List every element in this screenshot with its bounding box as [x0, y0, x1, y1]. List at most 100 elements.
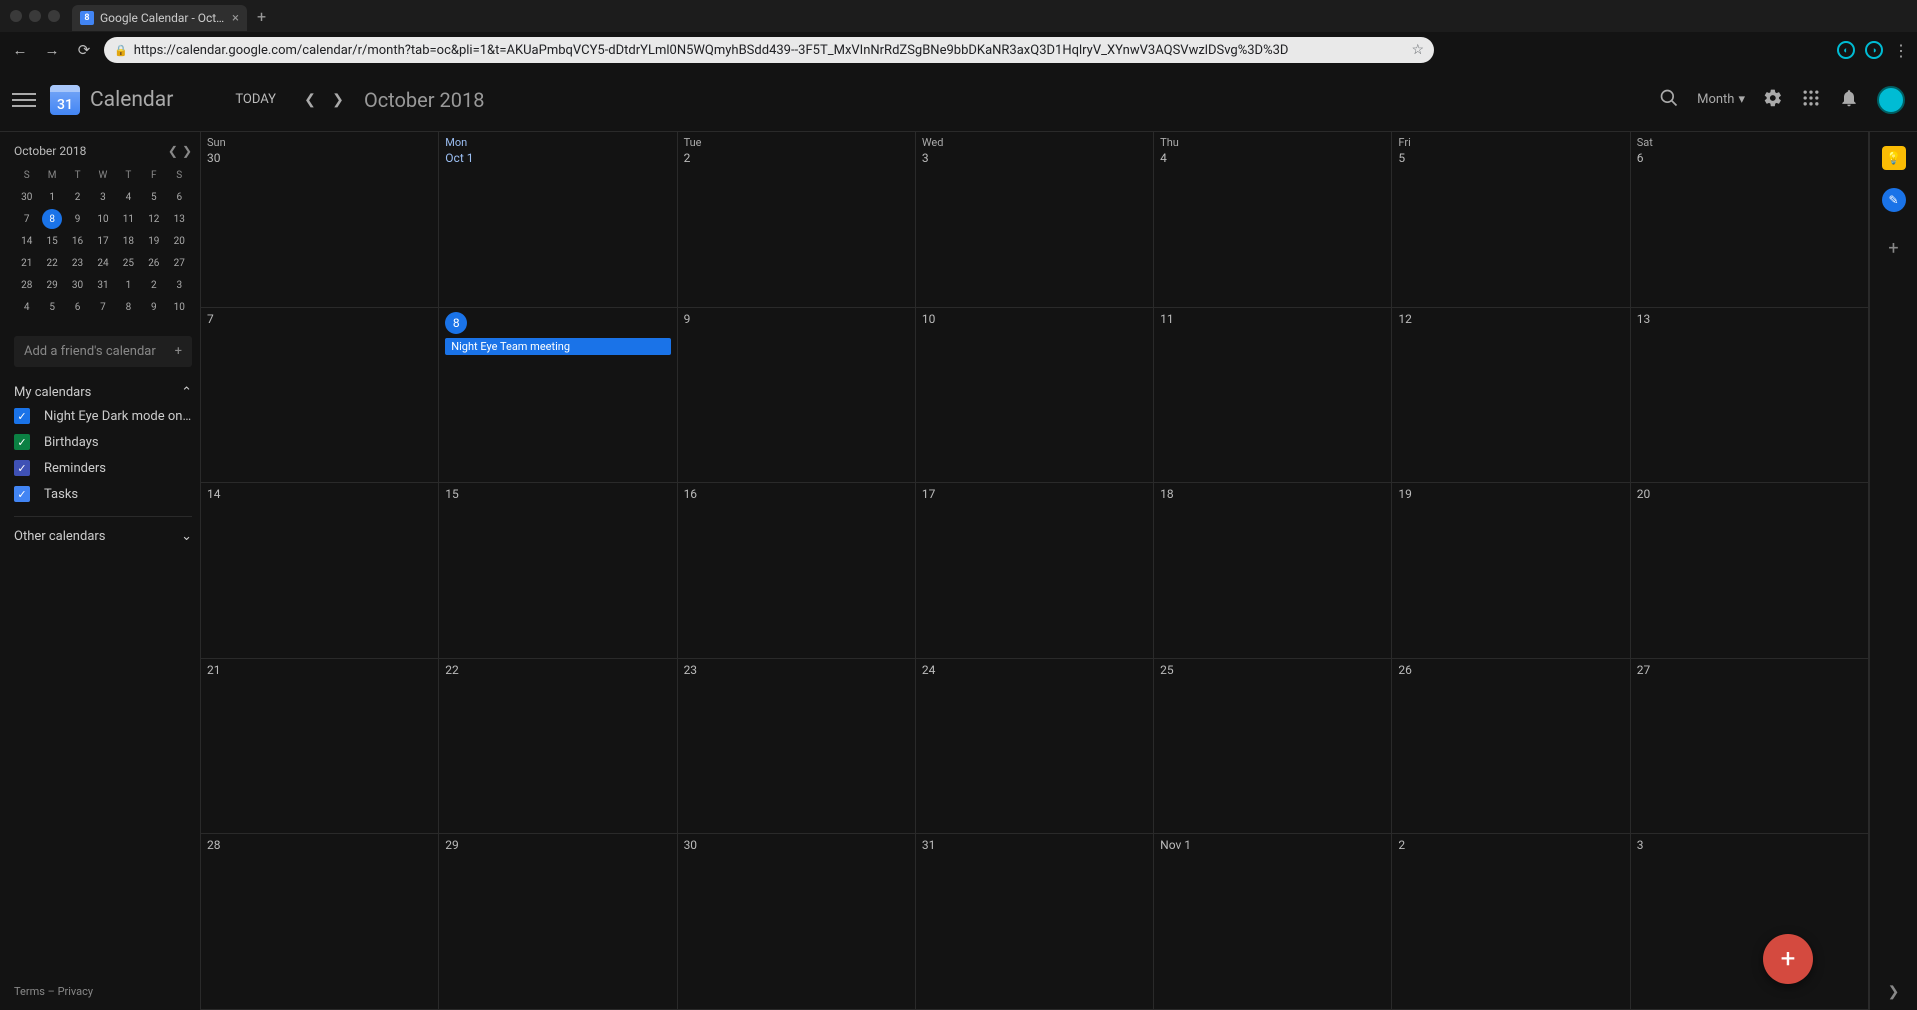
- add-friend-calendar-input[interactable]: Add a friend's calendar +: [14, 336, 192, 367]
- day-cell[interactable]: MonOct 1: [439, 132, 677, 308]
- day-cell[interactable]: 3: [1631, 834, 1869, 1010]
- prev-period-button[interactable]: ❮: [296, 86, 324, 114]
- notifications-button[interactable]: [1839, 88, 1859, 112]
- day-cell[interactable]: 17: [916, 483, 1154, 659]
- mini-day[interactable]: 18: [116, 230, 141, 252]
- day-cell[interactable]: Thu4: [1154, 132, 1392, 308]
- mini-prev-button[interactable]: ❮: [168, 144, 178, 158]
- mini-day[interactable]: 2: [141, 274, 166, 296]
- mini-day[interactable]: 11: [116, 208, 141, 230]
- day-cell[interactable]: 8Night Eye Team meeting: [439, 308, 677, 484]
- mini-day[interactable]: 27: [167, 252, 192, 274]
- forward-button[interactable]: →: [40, 38, 64, 62]
- browser-menu-button[interactable]: ⋮: [1893, 41, 1909, 60]
- bookmark-star-icon[interactable]: ☆: [1411, 42, 1424, 58]
- view-selector[interactable]: Month ▾: [1697, 92, 1745, 107]
- day-cell[interactable]: Wed3: [916, 132, 1154, 308]
- calendar-event[interactable]: Night Eye Team meeting: [445, 338, 670, 355]
- mini-day[interactable]: 1: [39, 186, 64, 208]
- tasks-icon[interactable]: ✎: [1882, 188, 1906, 212]
- mini-day[interactable]: 20: [167, 230, 192, 252]
- back-button[interactable]: ←: [8, 38, 32, 62]
- mini-day[interactable]: 7: [90, 296, 115, 318]
- mini-calendar[interactable]: SMTWTFS301234567891011121314151617181920…: [14, 164, 192, 318]
- mini-day[interactable]: 7: [14, 208, 39, 230]
- day-cell[interactable]: 15: [439, 483, 677, 659]
- mini-day[interactable]: 3: [90, 186, 115, 208]
- apps-button[interactable]: [1801, 88, 1821, 112]
- day-cell[interactable]: 12: [1392, 308, 1630, 484]
- mini-day[interactable]: 2: [65, 186, 90, 208]
- day-cell[interactable]: 14: [201, 483, 439, 659]
- day-cell[interactable]: Sat6: [1631, 132, 1869, 308]
- mini-day[interactable]: 25: [116, 252, 141, 274]
- day-cell[interactable]: 16: [678, 483, 916, 659]
- mini-day[interactable]: 30: [14, 186, 39, 208]
- address-bar[interactable]: 🔒 https://calendar.google.com/calendar/r…: [104, 37, 1434, 63]
- mini-day[interactable]: 9: [141, 296, 166, 318]
- day-cell[interactable]: 2: [1392, 834, 1630, 1010]
- create-event-button[interactable]: +: [1763, 934, 1813, 984]
- account-avatar[interactable]: [1877, 86, 1905, 114]
- day-cell[interactable]: 24: [916, 659, 1154, 835]
- mini-next-button[interactable]: ❯: [182, 144, 192, 158]
- next-period-button[interactable]: ❯: [324, 86, 352, 114]
- mini-day[interactable]: 21: [14, 252, 39, 274]
- extension-icon[interactable]: ◐: [1837, 41, 1855, 59]
- calendar-item[interactable]: ✓Birthdays: [14, 434, 192, 450]
- mini-day[interactable]: 30: [65, 274, 90, 296]
- day-cell[interactable]: 7: [201, 308, 439, 484]
- day-cell[interactable]: 26: [1392, 659, 1630, 835]
- mini-day[interactable]: 4: [14, 296, 39, 318]
- calendar-item[interactable]: ✓Night Eye Dark mode on an...: [14, 408, 192, 424]
- day-cell[interactable]: 29: [439, 834, 677, 1010]
- mini-day[interactable]: 13: [167, 208, 192, 230]
- day-cell[interactable]: 25: [1154, 659, 1392, 835]
- day-cell[interactable]: 30: [678, 834, 916, 1010]
- mini-day[interactable]: 17: [90, 230, 115, 252]
- day-cell[interactable]: Nov 1: [1154, 834, 1392, 1010]
- menu-button[interactable]: [12, 88, 36, 112]
- today-button[interactable]: TODAY: [223, 86, 288, 113]
- day-cell[interactable]: 22: [439, 659, 677, 835]
- window-controls[interactable]: [10, 10, 60, 22]
- day-cell[interactable]: 21: [201, 659, 439, 835]
- mini-day[interactable]: 16: [65, 230, 90, 252]
- day-cell[interactable]: Fri5: [1392, 132, 1630, 308]
- day-cell[interactable]: 23: [678, 659, 916, 835]
- day-cell[interactable]: 13: [1631, 308, 1869, 484]
- day-cell[interactable]: Sun30: [201, 132, 439, 308]
- day-cell[interactable]: 28: [201, 834, 439, 1010]
- day-cell[interactable]: 19: [1392, 483, 1630, 659]
- checkbox-icon[interactable]: ✓: [14, 460, 30, 476]
- mini-day[interactable]: 4: [116, 186, 141, 208]
- day-cell[interactable]: 9: [678, 308, 916, 484]
- close-window-icon[interactable]: [10, 10, 22, 22]
- mini-day[interactable]: 28: [14, 274, 39, 296]
- extension-icon[interactable]: ◑: [1865, 41, 1883, 59]
- mini-day[interactable]: 8: [116, 296, 141, 318]
- mini-day[interactable]: 9: [65, 208, 90, 230]
- mini-day[interactable]: 8: [39, 208, 64, 230]
- settings-button[interactable]: [1763, 88, 1783, 112]
- browser-tab[interactable]: 8 Google Calendar - October 20 ×: [72, 5, 247, 31]
- checkbox-icon[interactable]: ✓: [14, 486, 30, 502]
- sidebar-footer[interactable]: Terms – Privacy: [14, 985, 192, 998]
- checkbox-icon[interactable]: ✓: [14, 434, 30, 450]
- search-button[interactable]: [1659, 88, 1679, 112]
- mini-day[interactable]: 19: [141, 230, 166, 252]
- mini-day[interactable]: 12: [141, 208, 166, 230]
- mini-day[interactable]: 15: [39, 230, 64, 252]
- checkbox-icon[interactable]: ✓: [14, 408, 30, 424]
- calendar-grid[interactable]: Sun30MonOct 1Tue2Wed3Thu4Fri5Sat678Night…: [200, 132, 1869, 1010]
- mini-day[interactable]: 6: [65, 296, 90, 318]
- mini-day[interactable]: 31: [90, 274, 115, 296]
- new-tab-button[interactable]: +: [257, 7, 266, 26]
- plus-icon[interactable]: +: [175, 344, 182, 359]
- day-cell[interactable]: 11: [1154, 308, 1392, 484]
- day-cell[interactable]: 10: [916, 308, 1154, 484]
- mini-day[interactable]: 6: [167, 186, 192, 208]
- close-tab-icon[interactable]: ×: [232, 11, 239, 26]
- other-calendars-header[interactable]: Other calendars ⌄: [14, 516, 192, 544]
- maximize-window-icon[interactable]: [48, 10, 60, 22]
